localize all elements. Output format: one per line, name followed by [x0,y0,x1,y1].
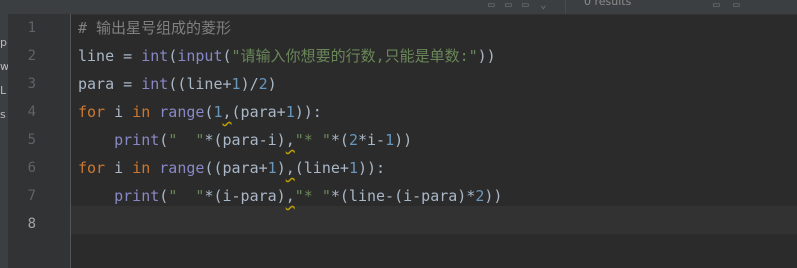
code-token: )) [477,47,496,65]
code-token: )/ [240,75,259,93]
code-token: i [105,103,133,121]
code-token: range [159,159,205,177]
code-token: int [141,47,169,65]
line-number: 4 [27,104,36,120]
line-number: 6 [27,160,36,176]
code-token: 1 [285,103,295,121]
code-token: , [222,103,232,121]
code-token: ((line+ [168,75,232,93]
code-token: 1 [385,131,395,149]
code-token: ( [222,47,232,65]
code-token: in [132,159,151,177]
filter-icon[interactable]: ▭ [713,0,720,11]
line-number: 3 [27,76,36,92]
code-token: " " [168,187,205,205]
line-number: 8 [27,216,36,232]
line-number: 2 [27,48,36,64]
code-token: 2 [258,75,268,93]
code-line[interactable]: line = int(input("请输入你想要的行数,只能是单数:")) [78,42,496,70]
words-icon[interactable]: ▭ [522,0,529,11]
code-token: "请输入你想要的行数,只能是单数:" [231,47,478,65]
code-token: para = [78,75,142,93]
code-token: , [285,131,295,149]
code-token: *(para-i) [204,131,286,149]
code-token: range [159,103,205,121]
code-token: 1 [348,159,358,177]
side-panel-text: s [0,108,6,121]
code-token: , [285,187,295,205]
code-token: line = [78,47,142,65]
code-line[interactable]: print(" "*(i-para),"* "*(line-(i-para)*2… [78,182,502,210]
current-line-highlight [71,206,797,234]
code-line[interactable]: # 输出星号组成的菱形 [78,14,231,42]
code-token: (line+ [294,159,349,177]
code-token: *( [330,131,349,149]
code-token: for [78,159,106,177]
line-number: 5 [27,132,36,148]
code-token: 1 [213,103,223,121]
code-token: )): [357,159,386,177]
code-token: 1 [267,159,277,177]
side-panel-text: L [0,84,7,97]
code-token: ( [159,131,169,149]
settings-icon[interactable]: ▭ [733,0,740,11]
code-token: for [78,103,106,121]
code-line[interactable]: para = int((line+1)/2) [78,70,277,98]
code-token: ( [168,47,178,65]
code-token: )) [394,131,413,149]
code-token: *(line-(i-para)* [330,187,476,205]
code-token: *(i-para) [204,187,286,205]
code-token: int [141,75,169,93]
code-token: # 输出星号组成的菱形 [78,19,232,37]
side-panel-text: w [0,60,8,73]
code-token: 2 [348,131,358,149]
code-token: print [114,131,160,149]
regex-icon[interactable]: ▭ [488,0,495,11]
code-token: 1 [231,75,241,93]
code-token: *i- [357,131,386,149]
code-token: , [285,159,295,177]
code-line[interactable]: for i in range((para+1),(line+1)): [78,154,385,182]
code-token: i [105,159,133,177]
find-toolbar: ▭ ▭ ▭ ⌄ 0 results ▭ ▭ [0,0,797,15]
code-token: (para+ [231,103,286,121]
line-number: 1 [27,20,36,36]
code-token: " " [168,131,205,149]
code-token: ) [267,75,277,93]
search-results-count: 0 results [584,0,632,8]
code-token: )): [294,103,322,121]
code-token: "* " [294,131,331,149]
code-token: "* " [294,187,331,205]
code-token: ((para+ [204,159,268,177]
code-token: )) [484,187,503,205]
side-panel-text: p [0,36,7,49]
code-line[interactable]: print(" "*(para-i),"* "*(2*i-1)) [78,126,412,154]
code-token: print [114,187,160,205]
side-panel-edge: p w L s [0,14,8,268]
code-line[interactable]: for i in range(1,(para+1)): [78,98,322,126]
code-token: ) [276,159,286,177]
code-token: ( [159,187,169,205]
code-token: input [177,47,223,65]
code-token: in [132,103,151,121]
chevron-down-icon[interactable]: ⌄ [540,0,547,11]
case-icon[interactable]: ▭ [505,0,512,11]
toolbar-divider [565,0,566,14]
line-number: 7 [27,188,36,204]
